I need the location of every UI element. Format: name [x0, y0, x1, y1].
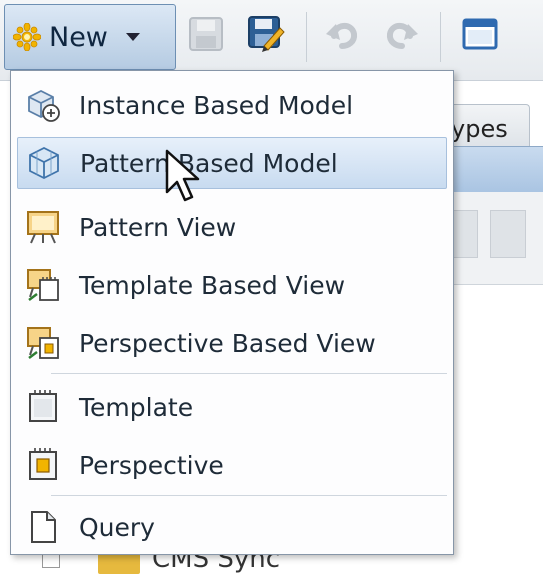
menu-item-template[interactable]: Template	[17, 381, 447, 433]
menu-item-label: Instance Based Model	[79, 90, 354, 120]
window-icon[interactable]	[460, 14, 500, 54]
template-icon	[29, 390, 57, 422]
menu-item-pattern-based-model[interactable]: Pattern Based Model	[17, 137, 447, 189]
chevron-down-icon	[125, 33, 140, 41]
menu-item-label: Query	[79, 512, 155, 542]
new-button-label: New	[49, 21, 108, 53]
undo-icon[interactable]	[322, 14, 362, 54]
template-view-icon	[27, 269, 59, 301]
background-toolbar-button[interactable]	[490, 210, 526, 258]
menu-item-label: Pattern View	[79, 212, 237, 242]
menu-item-template-based-view[interactable]: Template Based View	[17, 259, 447, 311]
menu-item-label: Template Based View	[79, 270, 346, 300]
redo-icon[interactable]	[382, 14, 422, 54]
perspective-icon	[29, 448, 57, 480]
pattern-model-icon	[29, 146, 59, 180]
new-dropdown-button[interactable]: New	[4, 4, 176, 70]
menu-item-label: Perspective	[79, 450, 224, 480]
menu-separator	[51, 495, 447, 496]
menu-separator	[51, 373, 447, 374]
menu-item-perspective-based-view[interactable]: Perspective Based View	[17, 317, 447, 369]
toolbar: New	[0, 0, 543, 81]
menu-item-query[interactable]: Query	[17, 501, 447, 553]
menu-item-label: Perspective Based View	[79, 328, 376, 358]
instance-model-icon	[28, 89, 60, 122]
menu-item-label: Pattern Based Model	[80, 148, 338, 178]
save-as-icon[interactable]	[246, 14, 286, 54]
query-icon	[31, 511, 56, 543]
pattern-view-icon	[27, 211, 59, 244]
mouse-cursor-icon	[165, 149, 200, 202]
menu-item-perspective[interactable]: Perspective	[17, 439, 447, 491]
menu-item-pattern-view[interactable]: Pattern View	[17, 201, 447, 253]
new-star-icon	[13, 23, 41, 51]
new-dropdown-menu: Instance Based Model Pattern Based Model…	[10, 70, 454, 555]
menu-item-instance-based-model[interactable]: Instance Based Model	[17, 79, 447, 131]
perspective-view-icon	[27, 327, 59, 359]
toolbar-separator	[440, 12, 441, 62]
menu-item-label: Template	[79, 392, 194, 422]
save-icon[interactable]	[186, 14, 226, 54]
toolbar-separator	[306, 12, 307, 62]
